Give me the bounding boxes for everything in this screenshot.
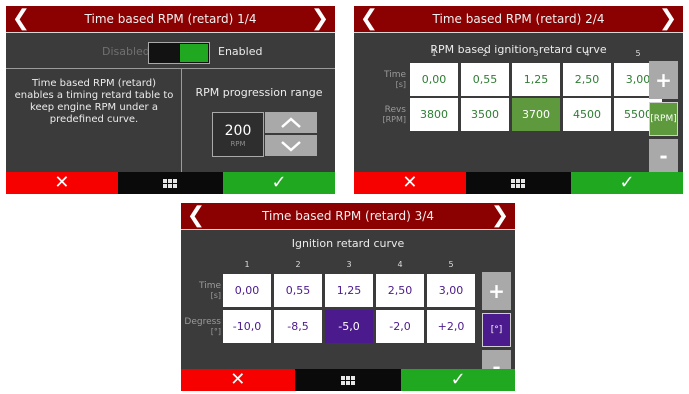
table-cell[interactable]: 0,00 <box>410 63 458 96</box>
table-cell[interactable]: 1,25 <box>325 274 373 307</box>
unit-indicator: [RPM] <box>649 102 678 136</box>
footer-bar: ✕ ✓ <box>354 172 683 194</box>
table-cell[interactable]: 3500 <box>461 98 509 131</box>
row-label-text: Degress <box>184 317 221 327</box>
chevron-down-icon <box>281 140 301 152</box>
range-unit: RPM <box>230 140 246 148</box>
increase-button[interactable] <box>265 112 317 133</box>
table-cell[interactable]: 0,55 <box>461 63 509 96</box>
column-number: 2 <box>295 260 301 269</box>
row-label-revs: Revs [RPM] <box>366 105 406 125</box>
table-cell[interactable]: -5,0 <box>325 310 373 343</box>
close-icon: ✕ <box>230 369 246 390</box>
chevron-right-icon[interactable]: ❯ <box>307 6 333 33</box>
screen-title: Time based RPM (retard) 3/4 <box>262 209 434 223</box>
screen-title: Time based RPM (retard) 2/4 <box>432 12 605 26</box>
checkmark-icon: ✓ <box>271 172 287 193</box>
disabled-label: Disabled <box>102 45 150 58</box>
screen-header: ❮ Time based RPM (retard) 3/4 ❯ <box>181 203 515 230</box>
row-label-text: Revs <box>384 105 406 115</box>
chevron-left-icon[interactable]: ❮ <box>183 203 209 230</box>
column-number: 5 <box>448 260 454 269</box>
grid-icon <box>163 178 178 188</box>
row-label-time: Time [s] <box>181 281 221 301</box>
menu-button[interactable] <box>294 369 402 391</box>
confirm-button[interactable]: ✓ <box>223 172 335 194</box>
checkmark-icon: ✓ <box>450 369 466 390</box>
divider <box>181 69 182 172</box>
table-cell[interactable]: -10,0 <box>223 310 271 343</box>
chevron-right-icon[interactable]: ❯ <box>487 203 513 230</box>
grid-icon <box>511 178 526 188</box>
enable-toggle-row: Disabled Enabled <box>6 39 335 65</box>
table-cell[interactable]: 3700 <box>512 98 560 131</box>
table-cell[interactable]: +2,0 <box>427 310 475 343</box>
table-cell[interactable]: 0,55 <box>274 274 322 307</box>
range-value: 200 <box>224 123 252 139</box>
chevron-left-icon[interactable]: ❮ <box>356 6 382 33</box>
enable-toggle[interactable] <box>148 42 210 64</box>
divider <box>6 68 335 69</box>
enabled-label: Enabled <box>218 45 263 58</box>
toggle-knob <box>180 44 208 62</box>
column-number: 4 <box>397 260 403 269</box>
footer-bar: ✕ ✓ <box>181 369 515 391</box>
table-cell[interactable]: 3,00 <box>427 274 475 307</box>
screen-time-rpm-3: ❮ Time based RPM (retard) 3/4 ❯ Ignition… <box>181 203 515 391</box>
chevron-left-icon[interactable]: ❮ <box>8 6 34 33</box>
close-icon: ✕ <box>402 172 418 193</box>
menu-button[interactable] <box>465 172 572 194</box>
table-cell[interactable]: 3800 <box>410 98 458 131</box>
confirm-button[interactable]: ✓ <box>401 369 515 391</box>
row-label-text: Time <box>198 281 221 291</box>
checkmark-icon: ✓ <box>619 172 635 193</box>
row-label-degrees: Degress [°] <box>181 317 221 337</box>
table-cell[interactable]: 0,00 <box>223 274 271 307</box>
decrease-button[interactable]: - <box>649 139 678 172</box>
close-icon: ✕ <box>54 172 70 193</box>
table-cell[interactable]: -2,0 <box>376 310 424 343</box>
row-label-unit: [°] <box>210 327 221 336</box>
column-number: 5 <box>635 49 641 58</box>
cancel-button[interactable]: ✕ <box>354 172 466 194</box>
column-number: 3 <box>533 49 539 58</box>
confirm-button[interactable]: ✓ <box>571 172 683 194</box>
chevron-right-icon[interactable]: ❯ <box>655 6 681 33</box>
decrease-button[interactable] <box>265 135 317 156</box>
description-text: Time based RPM (retard) enables a timing… <box>14 78 174 125</box>
table-cell[interactable]: -8,5 <box>274 310 322 343</box>
screen-title: Time based RPM (retard) 1/4 <box>84 12 257 26</box>
row-label-unit: [s] <box>210 291 221 300</box>
row-label-time: Time [s] <box>366 70 406 90</box>
range-label: RPM progression range <box>195 86 323 99</box>
range-value-field[interactable]: 200 RPM <box>212 112 264 157</box>
cancel-button[interactable]: ✕ <box>181 369 295 391</box>
column-number: 1 <box>431 49 437 58</box>
row-label-unit: [s] <box>395 80 406 89</box>
column-number: 1 <box>244 260 250 269</box>
table-cell[interactable]: 2,50 <box>563 63 611 96</box>
table-cell[interactable]: 1,25 <box>512 63 560 96</box>
row-label-text: Time <box>383 70 406 80</box>
grid-icon <box>340 375 355 385</box>
table-title: Ignition retard curve <box>291 237 405 250</box>
column-number: 3 <box>346 260 352 269</box>
column-number: 2 <box>482 49 488 58</box>
chevron-up-icon <box>281 116 301 128</box>
cancel-button[interactable]: ✕ <box>6 172 118 194</box>
increase-button[interactable]: + <box>649 61 678 99</box>
screen-time-rpm-2: ❮ Time based RPM (retard) 2/4 ❯ RPM base… <box>354 6 683 194</box>
screen-header: ❮ Time based RPM (retard) 2/4 ❯ <box>354 6 683 33</box>
table-cell[interactable]: 2,50 <box>376 274 424 307</box>
column-number: 4 <box>584 49 590 58</box>
table-cell[interactable]: 4500 <box>563 98 611 131</box>
increase-button[interactable]: + <box>482 272 511 310</box>
screen-header: ❮ Time based RPM (retard) 1/4 ❯ <box>6 6 335 33</box>
menu-button[interactable] <box>117 172 224 194</box>
row-label-unit: [RPM] <box>382 115 406 124</box>
screen-time-rpm-1: ❮ Time based RPM (retard) 1/4 ❯ Disabled… <box>6 6 335 194</box>
unit-indicator: [°] <box>482 313 511 347</box>
footer-bar: ✕ ✓ <box>6 172 335 194</box>
